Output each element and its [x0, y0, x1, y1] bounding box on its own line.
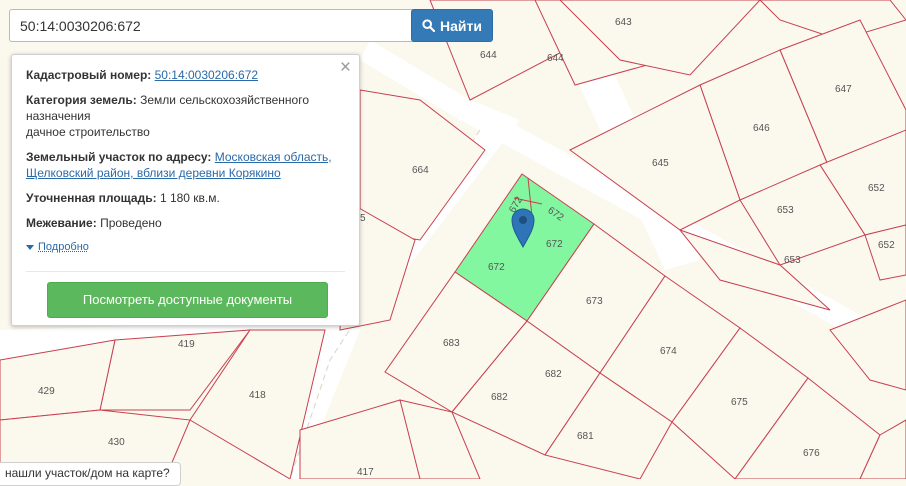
area-label: Уточненная площадь: — [26, 191, 157, 205]
close-icon[interactable]: × — [340, 58, 351, 78]
category-value: дачное строительство — [26, 125, 150, 139]
parcel-label: 681 — [577, 431, 594, 442]
search-button[interactable]: Найти — [411, 9, 493, 42]
category-label: Категория земель: — [26, 93, 137, 107]
survey-value: Проведено — [100, 216, 162, 230]
parcel-label: 644 — [547, 53, 564, 64]
parcel-label: 675 — [731, 397, 748, 408]
view-documents-button[interactable]: Посмотреть доступные документы — [47, 282, 328, 318]
parcel-label: 647 — [835, 84, 852, 95]
parcel-label: 646 — [753, 123, 770, 134]
parcel-label: 643 — [615, 17, 632, 28]
parcel-label: 672 — [546, 239, 563, 250]
parcel-label: 674 — [660, 346, 677, 357]
survey-row: Межевание: Проведено — [26, 215, 345, 231]
cadastral-label: Кадастровый номер: — [26, 68, 151, 82]
parcel-info-popup: × Кадастровый номер: 50:14:0030206:672 К… — [11, 54, 360, 326]
address-row: Земельный участок по адресу: Московская … — [26, 149, 345, 181]
parcel-label: 429 — [38, 386, 55, 397]
parcel-label: 417 — [357, 467, 374, 478]
category-value: Земли сельскохозяйственного — [140, 93, 309, 107]
survey-label: Межевание: — [26, 216, 97, 230]
search-icon — [422, 19, 435, 32]
area-row: Уточненная площадь: 1 180 кв.м. — [26, 190, 345, 206]
parcel-label: 652 — [868, 183, 885, 194]
help-tooltip[interactable]: нашли участок/дом на карте? — [0, 462, 181, 486]
cadastral-link[interactable]: 50:14:0030206:672 — [155, 68, 258, 82]
parcel-label: 673 — [586, 296, 603, 307]
address-link[interactable]: Московская область, — [215, 150, 332, 164]
parcel-label: 653 — [777, 205, 794, 216]
divider — [26, 271, 345, 272]
details-toggle[interactable]: Подробно — [26, 239, 345, 255]
address-label: Земельный участок по адресу: — [26, 150, 211, 164]
parcel-label: 645 — [652, 158, 669, 169]
parcel-label: 672 — [488, 262, 505, 273]
search-input[interactable] — [9, 9, 416, 42]
address-link[interactable]: Щелковский район, вблизи деревни Корякин… — [26, 166, 281, 180]
parcel-label: 644 — [480, 50, 497, 61]
area-value: 1 180 кв.м. — [160, 191, 220, 205]
parcel-label: 683 — [443, 338, 460, 349]
cadastral-row: Кадастровый номер: 50:14:0030206:672 — [26, 67, 345, 83]
parcel-label: 418 — [249, 390, 266, 401]
parcel-label: 676 — [803, 448, 820, 459]
category-row: Категория земель: Земли сельскохозяйстве… — [26, 92, 345, 140]
caret-down-icon — [26, 245, 34, 250]
parcel-label: 419 — [178, 339, 195, 350]
parcel-label: 664 — [412, 165, 429, 176]
parcel-label: 653 — [784, 255, 801, 266]
parcel-label: 430 — [108, 437, 125, 448]
parcel-label: 652 — [878, 240, 895, 251]
search-button-label: Найти — [440, 18, 482, 34]
category-value: назначения — [26, 109, 90, 123]
parcel-label: 682 — [491, 392, 508, 403]
details-link[interactable]: Подробно — [38, 239, 89, 255]
parcel-label: 682 — [545, 369, 562, 380]
parcel-label: 5 — [360, 213, 366, 224]
